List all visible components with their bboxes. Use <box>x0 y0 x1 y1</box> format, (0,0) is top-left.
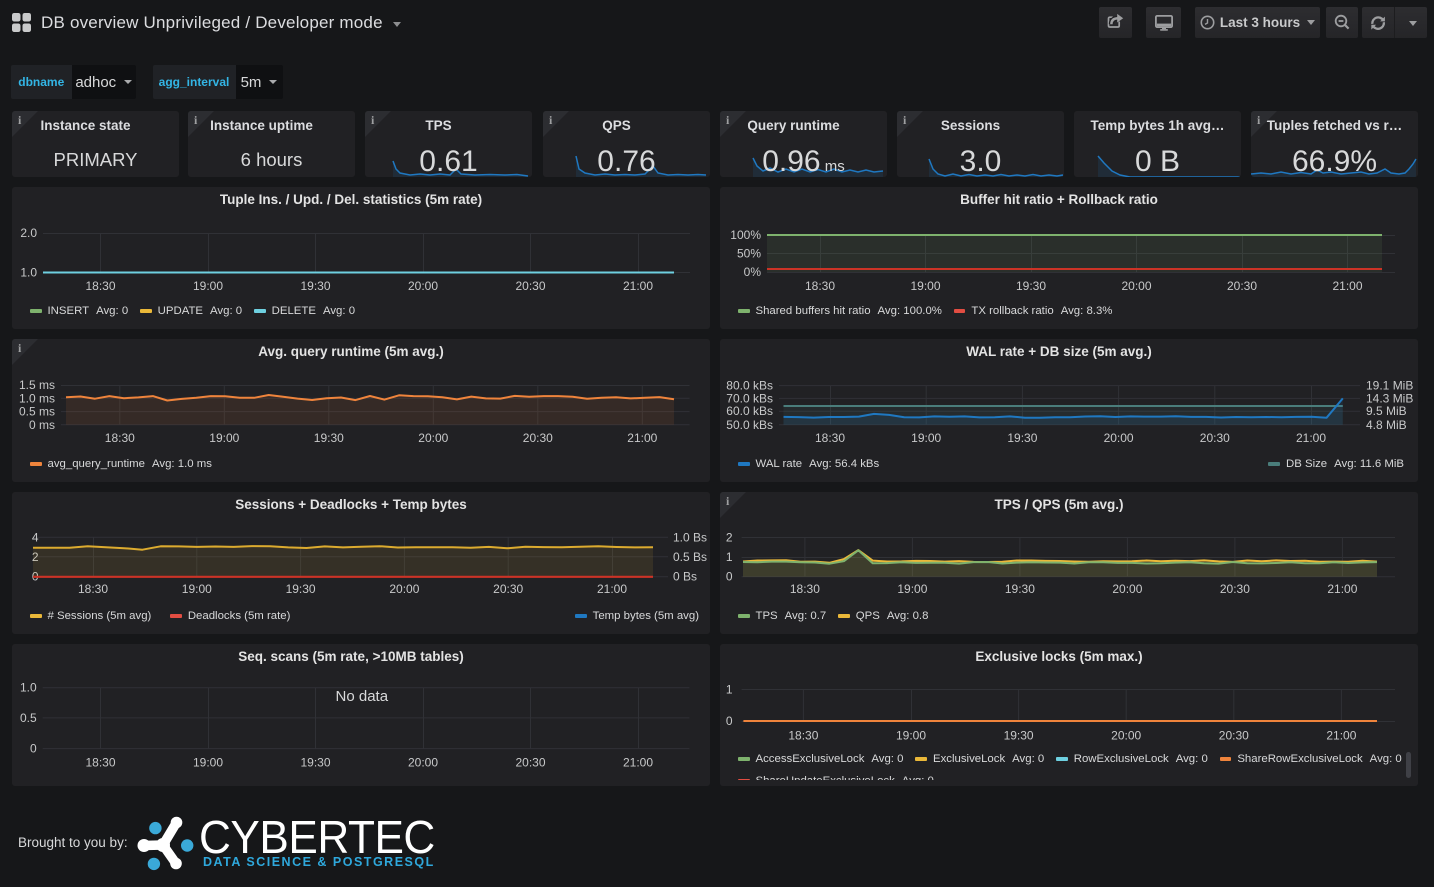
svg-text:4: 4 <box>32 530 39 544</box>
svg-text:19:30: 19:30 <box>1016 279 1046 293</box>
svg-text:20:30: 20:30 <box>1220 582 1250 596</box>
svg-text:21:00: 21:00 <box>1332 279 1362 293</box>
svg-text:100%: 100% <box>730 228 761 242</box>
svg-text:19:00: 19:00 <box>910 279 940 293</box>
svg-text:20:30: 20:30 <box>523 431 553 445</box>
svg-text:18:30: 18:30 <box>815 431 845 445</box>
svg-text:19:30: 19:30 <box>1005 582 1035 596</box>
svg-text:18:30: 18:30 <box>805 279 835 293</box>
svg-text:20:30: 20:30 <box>1219 729 1249 743</box>
svg-text:No data: No data <box>336 688 389 705</box>
svg-text:9.5 MiB: 9.5 MiB <box>1366 404 1407 418</box>
svg-text:19:30: 19:30 <box>314 431 344 445</box>
svg-text:19:30: 19:30 <box>300 756 330 770</box>
svg-text:4.8 MiB: 4.8 MiB <box>1366 418 1407 432</box>
svg-text:20:00: 20:00 <box>408 279 438 293</box>
svg-text:18:30: 18:30 <box>85 279 115 293</box>
svg-text:19:00: 19:00 <box>193 279 223 293</box>
svg-text:21:00: 21:00 <box>623 279 653 293</box>
svg-text:18:30: 18:30 <box>105 431 135 445</box>
svg-text:21:00: 21:00 <box>623 756 653 770</box>
svg-text:19:00: 19:00 <box>209 431 239 445</box>
svg-text:1.0: 1.0 <box>20 681 37 695</box>
svg-text:50%: 50% <box>737 247 761 261</box>
svg-text:21:00: 21:00 <box>1326 729 1356 743</box>
svg-text:20:00: 20:00 <box>1111 729 1141 743</box>
svg-text:20:00: 20:00 <box>389 582 419 596</box>
svg-text:20:30: 20:30 <box>1227 279 1257 293</box>
svg-text:1.0 ms: 1.0 ms <box>19 391 55 405</box>
svg-text:19:00: 19:00 <box>911 431 941 445</box>
svg-text:19:00: 19:00 <box>193 756 223 770</box>
svg-text:1: 1 <box>726 550 733 564</box>
svg-text:20:00: 20:00 <box>418 431 448 445</box>
svg-text:0: 0 <box>726 570 733 584</box>
svg-text:2.0: 2.0 <box>20 226 37 240</box>
svg-text:0.5 Bs: 0.5 Bs <box>673 550 707 564</box>
svg-text:18:30: 18:30 <box>78 582 108 596</box>
svg-text:0: 0 <box>30 742 37 756</box>
svg-text:0: 0 <box>726 714 733 728</box>
svg-text:19:30: 19:30 <box>1004 729 1034 743</box>
svg-text:0%: 0% <box>744 265 762 279</box>
svg-text:0 ms: 0 ms <box>29 418 55 432</box>
svg-text:19:00: 19:00 <box>897 582 927 596</box>
svg-text:19:30: 19:30 <box>286 582 316 596</box>
svg-text:0.5: 0.5 <box>20 711 37 725</box>
svg-text:18:30: 18:30 <box>790 582 820 596</box>
svg-text:19:30: 19:30 <box>1007 431 1037 445</box>
svg-text:20:00: 20:00 <box>1112 582 1142 596</box>
svg-text:19:30: 19:30 <box>300 279 330 293</box>
svg-text:2: 2 <box>726 531 733 545</box>
svg-text:1.0 Bs: 1.0 Bs <box>673 530 707 544</box>
svg-text:1.0: 1.0 <box>20 266 37 280</box>
svg-text:21:00: 21:00 <box>627 431 657 445</box>
svg-text:1: 1 <box>726 683 733 697</box>
svg-text:18:30: 18:30 <box>85 756 115 770</box>
svg-text:20:00: 20:00 <box>1104 431 1134 445</box>
svg-text:20:30: 20:30 <box>515 756 545 770</box>
svg-text:20:30: 20:30 <box>1200 431 1230 445</box>
svg-text:0.5 ms: 0.5 ms <box>19 405 55 419</box>
svg-text:0 Bs: 0 Bs <box>673 570 697 584</box>
svg-text:19:00: 19:00 <box>896 729 926 743</box>
svg-text:21:00: 21:00 <box>597 582 627 596</box>
svg-text:20:00: 20:00 <box>408 756 438 770</box>
svg-text:50.0 kBs: 50.0 kBs <box>726 418 773 432</box>
svg-text:20:30: 20:30 <box>515 279 545 293</box>
svg-text:21:00: 21:00 <box>1296 431 1326 445</box>
svg-text:19:00: 19:00 <box>182 582 212 596</box>
svg-text:1.5 ms: 1.5 ms <box>19 378 55 392</box>
svg-text:20:00: 20:00 <box>1121 279 1151 293</box>
svg-text:60.0 kBs: 60.0 kBs <box>726 404 773 418</box>
svg-text:18:30: 18:30 <box>788 729 818 743</box>
svg-text:21:00: 21:00 <box>1327 582 1357 596</box>
svg-text:20:30: 20:30 <box>493 582 523 596</box>
